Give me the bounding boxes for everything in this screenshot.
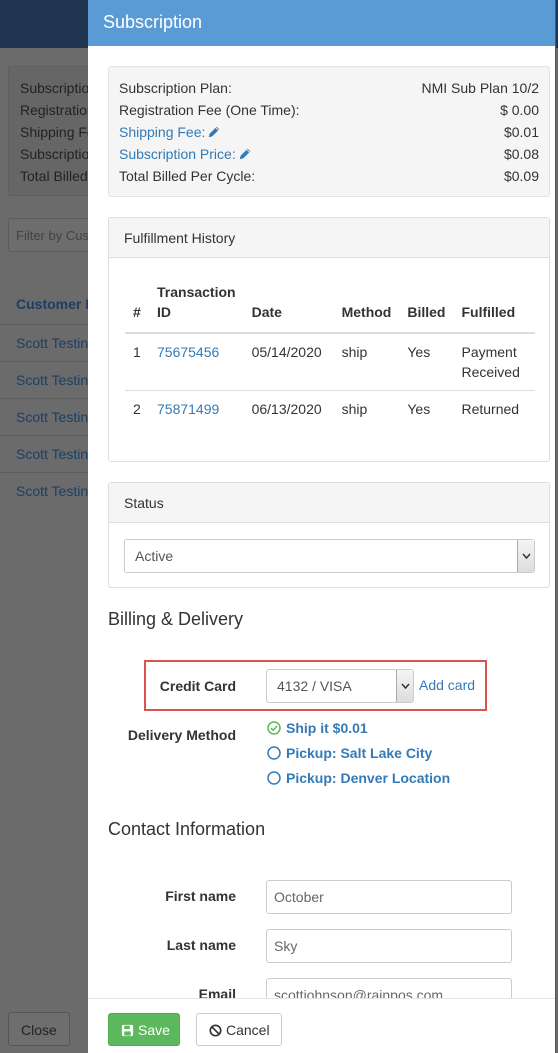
last-name-field[interactable]: Sky [266,929,512,963]
delivery-option-label: Pickup: Denver Location [286,770,451,786]
delivery-option-label: Ship it $0.01 [286,720,368,736]
row-date: 05/14/2020 [251,344,322,360]
radio-empty-icon [267,746,281,760]
background-summary-label: Total Billed [20,168,88,184]
plan-value: NMI Sub Plan 10/2 [421,80,539,96]
fulfillment-table: # Transaction ID Date Method Billed Fulf… [125,274,535,427]
first-name-label: First name [165,888,236,904]
fulfillment-history-heading: Fulfillment History [109,218,549,258]
row-number: 1 [133,344,141,360]
first-name-field[interactable]: October [266,880,512,914]
registration-value: $ 0.00 [500,102,539,118]
row-date: 06/13/2020 [243,390,334,427]
background-row-text: Scott Testing [16,446,96,462]
credit-card-label: Credit Card [159,678,236,694]
transaction-id-link[interactable]: 75871499 [157,401,219,417]
column-header: Date [243,274,334,334]
status-heading: Status [109,483,549,523]
summary-row-total: Total Billed Per Cycle: $0.09 [119,166,539,188]
column-header: Fulfilled [453,274,535,334]
cancel-label: Cancel [226,1022,270,1038]
shipping-fee-link[interactable]: Shipping Fee: [119,124,221,140]
save-button[interactable]: Save [108,1013,180,1046]
subscription-price-label: Subscription Price: [119,146,236,162]
save-label: Save [138,1022,170,1038]
subscription-modal: Subscription Subscription Plan: NMI Sub … [88,0,556,1053]
table-row: 2 75871499 06/13/2020 ship Yes Returned [125,390,535,427]
email-field[interactable]: scottjohnson@rainpos.com [266,978,512,998]
background-row-text: Scott Testing [16,409,96,425]
chevron-down-icon[interactable] [517,540,534,572]
cancel-button[interactable]: Cancel [196,1013,282,1046]
column-header: # [125,274,149,334]
add-card-link[interactable]: Add card [419,677,475,693]
summary-row-price: Subscription Price: $0.08 [119,144,539,166]
total-billed-value: $0.09 [503,168,539,184]
credit-card-selected-value: 4132 / VISA [277,678,352,694]
row-number: 2 [125,390,149,427]
summary-row-plan: Subscription Plan: NMI Sub Plan 10/2 [119,78,539,100]
background-table-row: Scott Testing [0,324,100,361]
row-method: ship [333,390,400,427]
column-header: Transaction ID [149,274,244,334]
save-icon [121,1024,134,1037]
delivery-option-pickup-denver[interactable]: Pickup: Denver Location [267,770,450,786]
delivery-option-ship[interactable]: Ship it $0.01 [267,720,368,736]
background-summary-label: Subscription [20,80,98,96]
plan-label: Subscription Plan: [119,80,232,96]
background-close-button: Close [8,1012,70,1046]
subscription-price-value: $0.08 [503,146,539,162]
subscription-summary: Subscription Plan: NMI Sub Plan 10/2 Reg… [108,66,550,197]
email-label: Email [198,986,236,998]
credit-card-select[interactable]: 4132 / VISA [266,669,414,703]
column-header: Billed [399,274,454,334]
shipping-fee-label: Shipping Fee: [119,124,206,140]
status-select[interactable]: Active [124,539,535,573]
status-selected-value: Active [135,548,174,564]
column-header: Method [333,274,400,334]
row-fulfilled: Returned [453,390,535,427]
background-row-text: Scott Testing [16,372,96,388]
delivery-method-label: Delivery Method [127,727,236,743]
radio-empty-icon [267,771,281,785]
summary-row-registration: Registration Fee (One Time): $ 0.00 [119,100,539,122]
background-table-row: Scott Testing [0,472,100,509]
table-row: 1 75675456 05/14/2020 ship Yes Payment R… [125,333,535,391]
background-row-text: Scott Testing [16,483,96,499]
background-table-row: Scott Testing [0,435,100,472]
row-billed: Yes [399,390,454,427]
summary-row-shipping: Shipping Fee: $0.01 [119,122,539,144]
row-method: ship [341,344,368,360]
background-summary-label: Registration [20,102,95,118]
fulfillment-history-panel: Fulfillment History # Transaction ID Dat… [108,217,550,462]
delivery-option-pickup-slc[interactable]: Pickup: Salt Lake City [267,745,432,761]
chevron-down-icon[interactable] [396,670,413,702]
modal-body[interactable]: Subscription Plan: NMI Sub Plan 10/2 Reg… [88,46,555,998]
pencil-icon[interactable] [207,125,221,139]
delivery-option-label: Pickup: Salt Lake City [286,745,433,761]
background-summary-label: Subscription [20,146,98,162]
last-name-label: Last name [166,937,236,953]
modal-title: Subscription [88,0,555,46]
check-circle-icon [267,721,281,735]
transaction-id-link[interactable]: 75675456 [157,344,219,360]
contact-information-title: Contact Information [108,819,266,839]
status-panel: Status Active [108,482,550,588]
total-billed-label: Total Billed Per Cycle: [119,168,256,184]
background-table-row: Scott Testing [0,398,100,435]
registration-label: Registration Fee (One Time): [119,102,300,118]
modal-footer: Save Cancel [88,998,555,1053]
background-row-text: Scott Testing [16,335,96,351]
row-fulfilled: Payment Received [461,344,520,380]
row-billed: Yes [407,344,431,360]
subscription-price-link[interactable]: Subscription Price: [119,146,252,162]
background-table-row: Scott Testing [0,361,100,398]
shipping-fee-value: $0.01 [503,124,539,140]
ban-icon [209,1024,222,1037]
billing-delivery-title: Billing & Delivery [108,609,244,629]
pencil-icon[interactable] [238,147,252,161]
